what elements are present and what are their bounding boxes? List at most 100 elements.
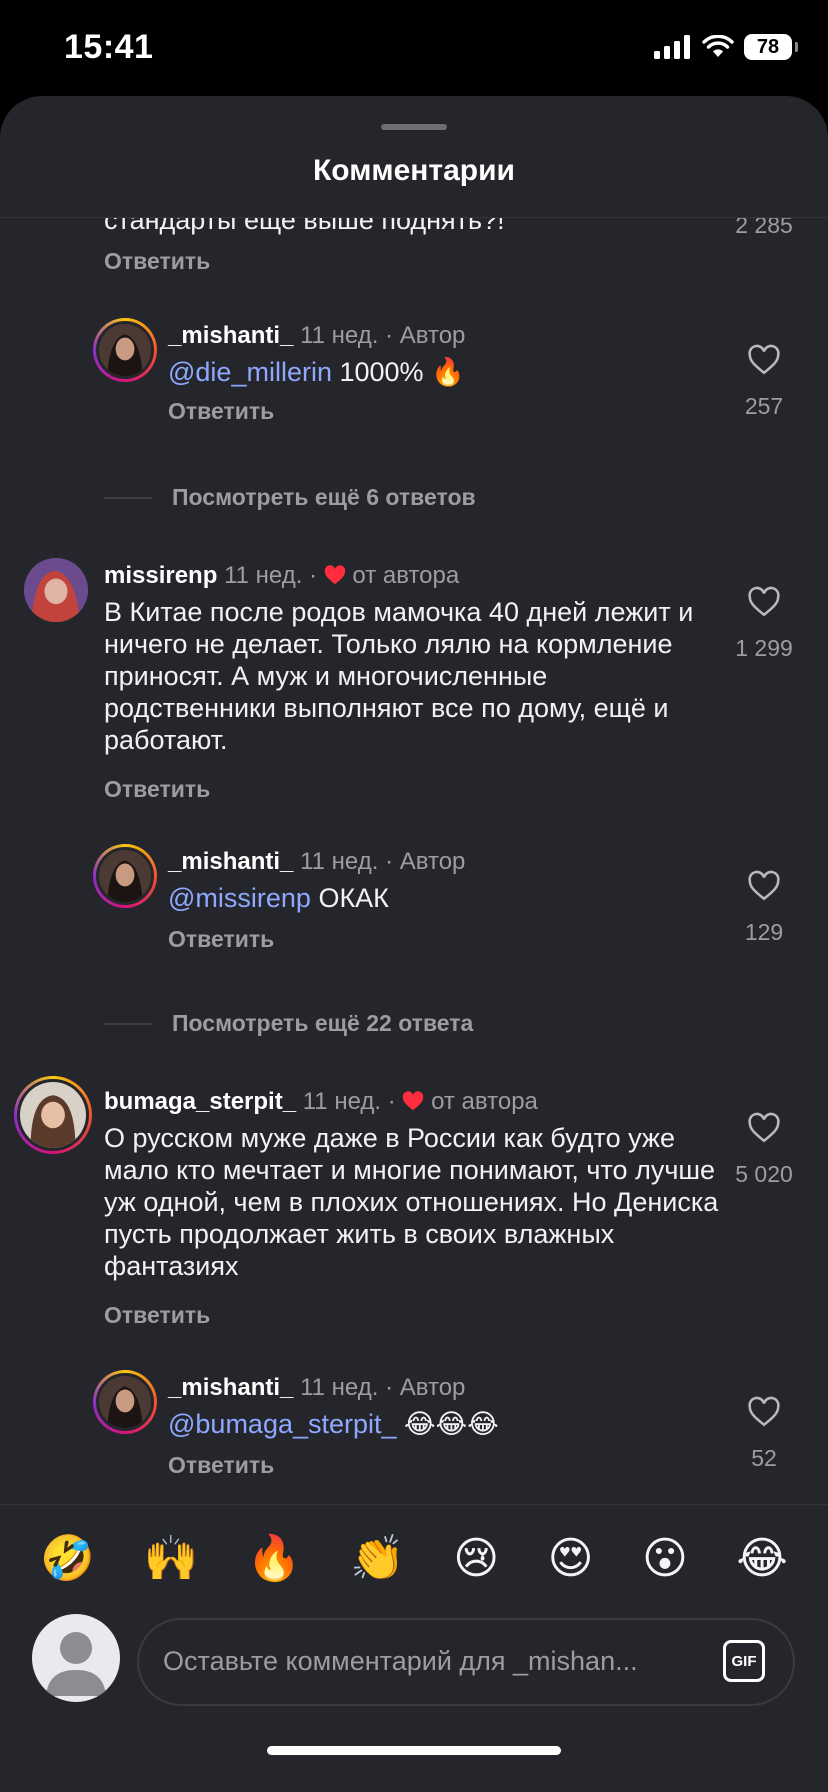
status-icons: 78 bbox=[654, 34, 798, 60]
reply-button[interactable]: Ответить bbox=[168, 926, 274, 953]
portrait-image bbox=[99, 324, 151, 376]
status-time: 15:41 bbox=[64, 28, 154, 66]
heart-filled-icon bbox=[324, 565, 345, 585]
emoji-surprised[interactable]: 😮 bbox=[642, 1536, 688, 1581]
emoji-heart-eyes[interactable]: 😍 bbox=[548, 1536, 594, 1581]
comment-reply: _mishanti_ 11 нед. · Автор @missirenp ОК… bbox=[0, 844, 828, 954]
heart-outline-icon[interactable] bbox=[747, 870, 781, 902]
author-tag: Автор bbox=[399, 322, 466, 349]
emoji-raised-hands[interactable]: 🙌 bbox=[144, 1536, 199, 1581]
comment-body: 1000% 🔥 bbox=[331, 357, 465, 387]
meta-separator: · bbox=[385, 322, 394, 349]
comment-text: @missirenp ОКАК bbox=[168, 882, 688, 914]
comment-meta: _mishanti_ 11 нед. · Автор bbox=[168, 848, 465, 876]
sheet-title: Комментарии bbox=[312, 154, 516, 187]
comment-reply: _mishanti_ 11 нед. · Автор @die_millerin… bbox=[0, 318, 828, 428]
comment-text: О русском муже даже в России как будто у… bbox=[104, 1123, 719, 1281]
user-avatar bbox=[32, 1614, 120, 1702]
comment-time: 11 нед. bbox=[300, 322, 379, 349]
author-like-tag: от автора bbox=[431, 1088, 538, 1115]
username[interactable]: bumaga_sterpit_ bbox=[104, 1088, 296, 1115]
heart-filled-icon bbox=[403, 1091, 424, 1111]
username[interactable]: _mishanti_ bbox=[168, 848, 293, 875]
comment-partial: стандарты еще выше поднять?! Ответить 2 … bbox=[0, 218, 828, 308]
meta-separator: · bbox=[385, 848, 394, 875]
mention-link[interactable]: @die_millerin bbox=[168, 357, 332, 387]
avatar[interactable] bbox=[24, 558, 88, 622]
avatar[interactable] bbox=[93, 844, 157, 908]
reply-button[interactable]: Ответить bbox=[168, 1452, 274, 1479]
comment-text: стандарты еще выше поднять?! bbox=[104, 218, 505, 235]
comment-meta: _mishanti_ 11 нед. · Автор bbox=[168, 322, 465, 350]
username[interactable]: missirenp bbox=[104, 562, 217, 589]
heart-outline-icon[interactable] bbox=[747, 1396, 781, 1428]
reply-button[interactable]: Ответить bbox=[168, 398, 274, 425]
like-area: 129 bbox=[724, 870, 804, 946]
like-count: 2 285 bbox=[735, 218, 793, 238]
portrait-image bbox=[20, 1082, 86, 1148]
comment-reply: _mishanti_ 11 нед. · Автор @bumaga_sterp… bbox=[0, 1370, 828, 1490]
view-more-label: Посмотреть ещё 22 ответа bbox=[172, 1010, 474, 1036]
comments-sheet: Комментарии стандарты еще выше поднять?!… bbox=[0, 96, 828, 1792]
wifi-icon bbox=[702, 35, 734, 57]
author-like-tag: от автора bbox=[352, 562, 460, 589]
comment-time: 11 нед. bbox=[302, 1088, 382, 1115]
reply-button[interactable]: Ответить bbox=[104, 1302, 210, 1329]
like-count: 52 bbox=[751, 1445, 777, 1471]
comment-text: @die_millerin 1000% 🔥 bbox=[168, 356, 688, 388]
home-indicator bbox=[267, 1746, 561, 1755]
comment-time: 11 нед. bbox=[300, 1374, 379, 1401]
meta-separator: · bbox=[309, 562, 318, 589]
comment-time: 11 нед. bbox=[300, 848, 379, 875]
username[interactable]: _mishanti_ bbox=[168, 1374, 293, 1401]
heart-outline-icon[interactable] bbox=[747, 1112, 781, 1144]
reply-button[interactable]: Ответить bbox=[104, 248, 210, 275]
status-bar: 15:41 78 bbox=[0, 0, 828, 96]
emoji-fire[interactable]: 🔥 bbox=[247, 1536, 302, 1581]
signal-icon bbox=[654, 35, 690, 59]
comment-input-placeholder: Оставьте комментарий для _mishan... bbox=[163, 1646, 638, 1676]
comment-text: @bumaga_sterpit_ 😂😂😂 bbox=[168, 1408, 688, 1440]
username[interactable]: _mishanti_ bbox=[168, 322, 293, 349]
sheet-grabber[interactable] bbox=[381, 124, 447, 130]
comment-meta: bumaga_sterpit_ 11 нед. · от автора bbox=[104, 1088, 538, 1116]
thread-line bbox=[104, 1022, 152, 1025]
emoji-joy[interactable]: 😂 bbox=[736, 1536, 787, 1581]
avatar[interactable] bbox=[14, 1076, 92, 1154]
view-more-replies[interactable]: Посмотреть ещё 22 ответа bbox=[104, 1010, 473, 1037]
comment-meta: _mishanti_ 11 нед. · Автор bbox=[168, 1374, 465, 1402]
like-count: 257 bbox=[744, 393, 784, 419]
view-more-replies[interactable]: Посмотреть ещё 6 ответов bbox=[104, 484, 476, 511]
comment-top: bumaga_sterpit_ 11 нед. · от автора О ру… bbox=[0, 1076, 828, 1328]
reply-button[interactable]: Ответить bbox=[104, 776, 210, 803]
like-area: 52 bbox=[724, 1396, 804, 1472]
meta-separator: · bbox=[385, 1374, 394, 1401]
comment-body: 😂😂😂 bbox=[396, 1409, 499, 1439]
view-more-label: Посмотреть ещё 6 ответов bbox=[172, 484, 476, 510]
avatar[interactable] bbox=[93, 318, 157, 382]
mention-link[interactable]: @missirenp bbox=[168, 883, 311, 913]
comments-list[interactable]: стандарты еще выше поднять?! Ответить 2 … bbox=[0, 218, 828, 1500]
emoji-clap[interactable]: 👏 bbox=[350, 1536, 405, 1581]
emoji-rofl[interactable]: 🤣 bbox=[40, 1536, 95, 1581]
comment-body: ОКАК bbox=[310, 883, 389, 913]
default-avatar-icon bbox=[46, 1632, 106, 1696]
like-area: 2 285 bbox=[724, 218, 804, 239]
comment-composer: Оставьте комментарий для _mishan... GIF bbox=[0, 1610, 828, 1710]
meta-separator: · bbox=[387, 1088, 396, 1115]
emoji-cry[interactable]: 😢 bbox=[453, 1536, 499, 1581]
portrait-image bbox=[24, 558, 88, 622]
comment-top: missirenp 11 нед. · от автора В Китае по… bbox=[0, 558, 828, 802]
like-area: 257 bbox=[724, 344, 804, 420]
comment-text: В Китае после родов мамочка 40 дней лежи… bbox=[104, 597, 694, 755]
gif-button[interactable]: GIF bbox=[723, 1640, 765, 1682]
author-tag: Автор bbox=[399, 1374, 466, 1401]
like-area: 1 299 bbox=[724, 586, 804, 662]
like-count: 129 bbox=[744, 919, 784, 945]
heart-outline-icon[interactable] bbox=[747, 344, 781, 376]
battery-indicator: 78 bbox=[744, 34, 798, 60]
comment-input[interactable]: Оставьте комментарий для _mishan... GIF bbox=[137, 1618, 795, 1706]
mention-link[interactable]: @bumaga_sterpit_ bbox=[168, 1409, 397, 1439]
avatar[interactable] bbox=[93, 1370, 157, 1434]
heart-outline-icon[interactable] bbox=[747, 586, 781, 618]
